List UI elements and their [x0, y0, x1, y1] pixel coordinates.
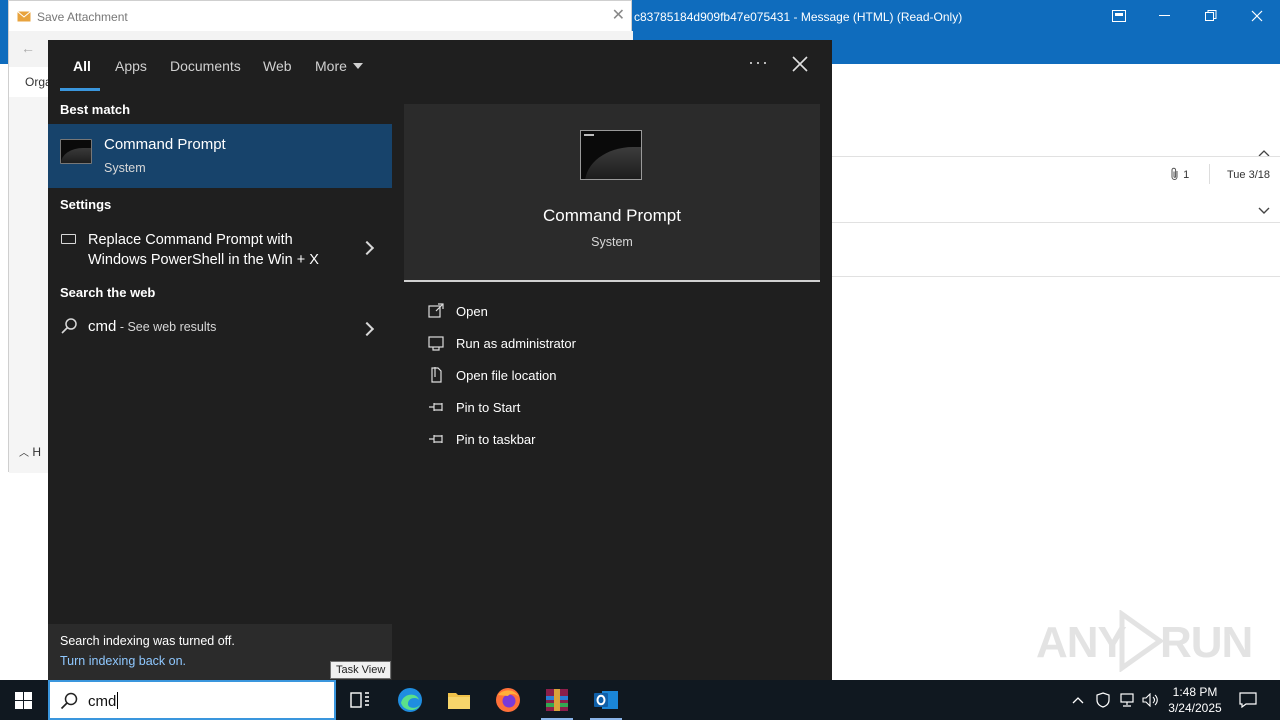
taskbar-search-input[interactable]: cmd	[48, 680, 336, 720]
chevron-right-icon[interactable]	[359, 240, 375, 256]
web-result-item[interactable]: cmd - See web results	[48, 314, 392, 344]
text-caret	[117, 692, 119, 709]
preview-subtitle: System	[591, 235, 633, 249]
setting-label: Replace Command Prompt with Windows Powe…	[88, 232, 319, 268]
action-pin-to-start[interactable]: Pin to Start	[426, 396, 786, 422]
restore-icon[interactable]	[1188, 0, 1234, 32]
setting-replace-cmd-item[interactable]: Replace Command Prompt with Windows Powe…	[48, 224, 392, 272]
anyrun-watermark: ANY RUN	[1036, 610, 1253, 672]
best-match-item[interactable]: Command Prompt System	[48, 124, 392, 188]
clock-date: 3/24/2025	[1168, 701, 1222, 715]
file-explorer-taskbar-button[interactable]	[435, 680, 483, 720]
tab-apps[interactable]: Apps	[115, 58, 147, 74]
taskbar: cmd 1:48 PM 3/24/2025	[0, 680, 1280, 720]
best-match-title: Command Prompt	[104, 136, 226, 153]
command-prompt-icon	[580, 130, 642, 180]
tab-documents[interactable]: Documents	[170, 58, 241, 74]
pin-icon	[429, 403, 443, 411]
folder-icon	[448, 693, 470, 709]
command-prompt-icon	[60, 139, 92, 164]
attachment-count[interactable]: 1	[1170, 167, 1189, 181]
save-dialog-title: Save Attachment	[37, 10, 128, 24]
caret-down-icon	[352, 63, 363, 69]
file-location-icon	[431, 367, 442, 383]
task-view-tooltip: Task View	[330, 661, 392, 679]
tab-all[interactable]: All	[73, 58, 91, 74]
search-value: cmd	[88, 693, 117, 710]
task-view-icon	[350, 692, 369, 708]
ribbon-display-icon[interactable]	[1096, 0, 1142, 32]
shield-icon	[428, 336, 444, 351]
preview-title: Command Prompt	[543, 206, 681, 225]
expand-header-icon[interactable]	[1258, 202, 1270, 220]
action-pin-to-taskbar[interactable]: Pin to taskbar	[426, 428, 786, 454]
search-icon	[60, 692, 78, 710]
firefox-icon	[496, 688, 520, 712]
action-open[interactable]: Open	[426, 300, 786, 326]
outlook-taskbar-button[interactable]	[582, 680, 630, 720]
paperclip-icon	[1171, 167, 1178, 180]
action-run-as-administrator[interactable]: Run as administrator	[426, 332, 786, 358]
save-dialog-sidebar	[9, 97, 49, 473]
winrar-taskbar-button[interactable]	[533, 680, 581, 720]
search-icon	[61, 318, 77, 334]
windows-logo-icon	[15, 692, 32, 709]
chevron-up-icon: ︿	[19, 448, 29, 459]
turn-indexing-on-link[interactable]: Turn indexing back on.	[60, 654, 186, 668]
tab-web[interactable]: Web	[263, 58, 292, 74]
collapse-icon[interactable]	[1258, 144, 1270, 162]
message-date: Tue 3/18	[1227, 169, 1271, 181]
web-query: cmd	[88, 318, 117, 335]
results-pane: Best match Command Prompt System Setting…	[48, 92, 392, 680]
actions-list: Open Run as administrator Open file loca…	[404, 282, 820, 680]
settings-heading: Settings	[60, 197, 112, 212]
notifications-icon[interactable]	[1236, 680, 1260, 720]
best-match-subtitle: System	[104, 161, 146, 175]
save-dialog-close-icon[interactable]: ✕	[612, 5, 625, 25]
winrar-icon	[546, 689, 568, 711]
edge-icon	[398, 688, 422, 712]
more-options-icon[interactable]: ···	[748, 52, 769, 73]
web-suffix: - See web results	[116, 320, 217, 334]
network-icon[interactable]	[1115, 680, 1139, 720]
open-icon	[428, 303, 444, 318]
action-open-file-location[interactable]: Open file location	[426, 364, 786, 390]
search-flyout: All Apps Documents Web More ··· Best mat…	[48, 40, 832, 680]
close-window-icon[interactable]	[1234, 0, 1280, 32]
search-web-heading: Search the web	[60, 285, 156, 300]
active-tab-indicator	[60, 88, 100, 91]
task-view-button[interactable]	[336, 680, 384, 720]
close-icon[interactable]	[788, 52, 812, 76]
monitor-icon	[61, 234, 76, 244]
start-button[interactable]	[0, 680, 48, 720]
preview-pane: Command Prompt System Open Run as admini…	[404, 104, 820, 680]
taskbar-clock[interactable]: 1:48 PM 3/24/2025	[1160, 684, 1230, 716]
search-tabs: All Apps Documents Web More ···	[48, 40, 832, 92]
tab-more[interactable]: More	[315, 58, 363, 74]
indexing-message: Search indexing was turned off.	[60, 634, 235, 648]
pin-icon	[429, 435, 443, 443]
minimize-icon[interactable]	[1142, 0, 1188, 32]
back-arrow-icon[interactable]: ←	[21, 40, 35, 56]
firefox-taskbar-button[interactable]	[484, 680, 532, 720]
security-icon[interactable]	[1091, 680, 1115, 720]
chevron-right-icon[interactable]	[359, 321, 375, 337]
outlook-icon	[594, 691, 618, 709]
mail-icon	[17, 11, 31, 22]
hide-folders-toggle[interactable]: ︿ H	[19, 444, 41, 459]
outlook-window-title: c83785184d909fb47e075431 - Message (HTML…	[634, 10, 963, 24]
clock-time: 1:48 PM	[1172, 685, 1218, 699]
show-hidden-icons[interactable]	[1066, 680, 1090, 720]
best-match-heading: Best match	[60, 102, 131, 117]
edge-taskbar-button[interactable]	[386, 680, 434, 720]
